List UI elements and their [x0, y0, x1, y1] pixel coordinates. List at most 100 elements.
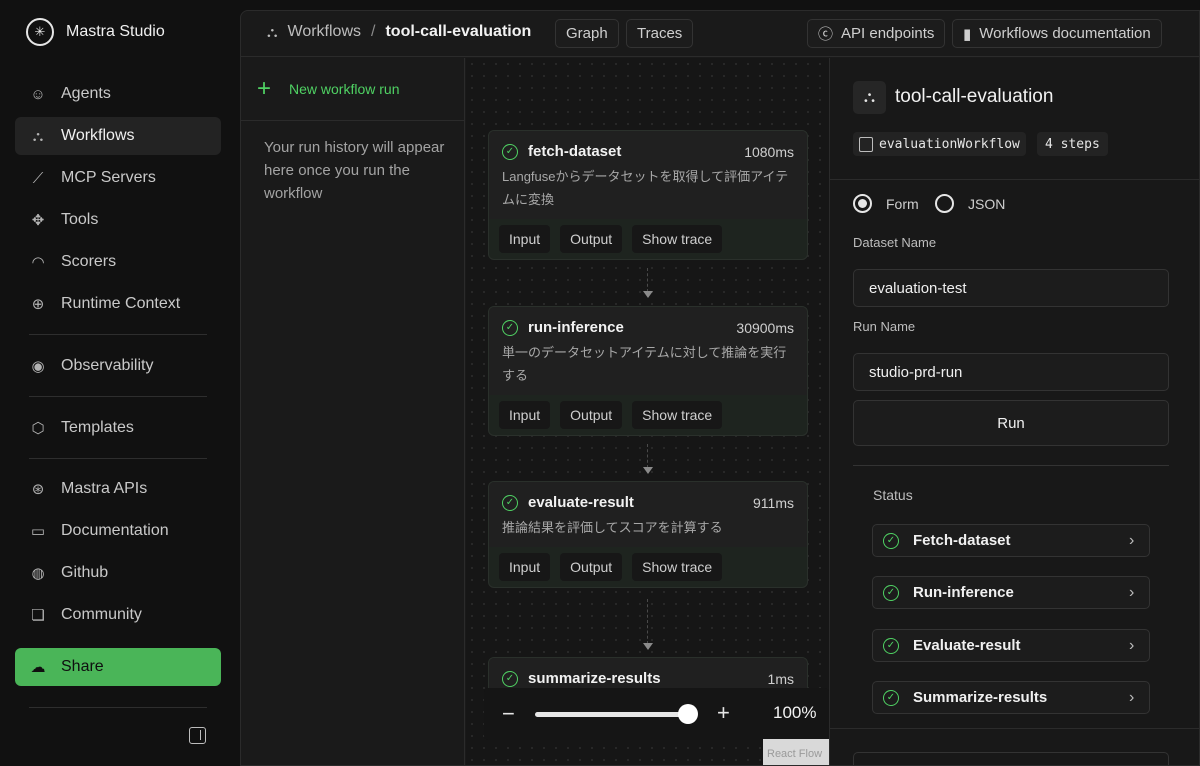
chevron-right-icon: ›	[1129, 636, 1135, 654]
breadcrumb-separator: /	[371, 23, 376, 40]
tools-icon: ✥	[31, 212, 45, 229]
node-title: evaluate-result	[528, 494, 634, 511]
status-step-name: Run-inference	[913, 584, 1014, 601]
api-icon: ⓒ	[818, 26, 834, 43]
zoom-out-button[interactable]: −	[502, 701, 515, 727]
main-panel: ⛬ Workflows / tool-call-evaluation Graph…	[240, 10, 1200, 766]
breadcrumb-workflows[interactable]: Workflows	[288, 23, 362, 41]
mode-json-radio[interactable]: JSON	[935, 194, 1005, 213]
node-duration: 30900ms	[736, 319, 794, 336]
node-duration: 1ms	[767, 670, 794, 687]
node-output-button[interactable]: Output	[560, 553, 623, 581]
sidebar-divider	[29, 458, 207, 459]
sidebar-item-community[interactable]: ❏ Community	[15, 596, 221, 634]
edge-arrow-icon	[643, 291, 653, 298]
node-header: ✓ fetch-dataset 1080ms Langfuseからデータセットを取得し…	[489, 131, 807, 219]
sidebar-item-mcp-servers[interactable]: ⟋ MCP Servers	[15, 159, 221, 197]
sidebar-toggle-icon[interactable]	[189, 727, 206, 744]
sidebar-item-templates[interactable]: ⬡ Templates	[15, 409, 221, 447]
node-show-trace-button[interactable]: Show trace	[632, 401, 723, 429]
zoom-level: 100%	[773, 703, 817, 722]
node-title: run-inference	[528, 319, 624, 336]
sidebar-item-mastra-apis[interactable]: ⊛ Mastra APIs	[15, 470, 221, 508]
node-title: fetch-dataset	[528, 143, 622, 160]
status-step-item[interactable]: ✓ Summarize-results ›	[872, 681, 1150, 714]
sidebar-item-workflows[interactable]: ⛬ Workflows	[15, 117, 221, 155]
new-workflow-run-button[interactable]: + New workflow run	[241, 58, 465, 121]
workflow-edge	[647, 599, 648, 644]
success-check-icon: ✓	[502, 670, 518, 687]
mcp-icon: ⟋	[32, 169, 44, 187]
node-duration: 1080ms	[744, 143, 794, 160]
sidebar-item-github[interactable]: ◍ Github	[15, 554, 221, 592]
run-button[interactable]: Run	[853, 400, 1169, 446]
sidebar-item-scorers[interactable]: ◠ Scorers	[15, 243, 221, 281]
sidebar-item-label: Runtime Context	[61, 295, 181, 312]
sidebar-item-runtime-context[interactable]: ⊕ Runtime Context	[15, 285, 221, 323]
workflow-step-node[interactable]: ✓ fetch-dataset 1080ms Langfuseからデータセットを取得し…	[488, 130, 808, 260]
status-step-item[interactable]: ✓ Evaluate-result ›	[872, 629, 1150, 662]
node-output-button[interactable]: Output	[560, 401, 623, 429]
agent-icon: ☺	[30, 85, 46, 103]
status-step-name: Fetch-dataset	[913, 532, 1011, 549]
node-header: ✓ evaluate-result 911ms 推論結果を評価してスコアを計算する	[489, 482, 807, 547]
workflow-id: evaluationWorkflow	[879, 136, 1020, 152]
status-step-item[interactable]: ✓ Run-inference ›	[872, 576, 1150, 609]
node-input-button[interactable]: Input	[499, 553, 551, 581]
zoom-in-button[interactable]: +	[717, 700, 730, 726]
radio-unselected-icon	[935, 194, 954, 213]
node-duration: 911ms	[753, 494, 794, 511]
node-show-trace-button[interactable]: Show trace	[632, 225, 723, 253]
node-description: 推論結果を評価してスコアを計算する	[502, 520, 723, 535]
node-show-trace-button[interactable]: Show trace	[632, 553, 723, 581]
api-endpoints-button[interactable]: ⓒ API endpoints	[807, 19, 946, 48]
gauge-icon: ◠	[31, 254, 45, 271]
sidebar-item-tools[interactable]: ✥ Tools	[15, 201, 221, 239]
success-check-icon: ✓	[883, 584, 899, 601]
sidebar-item-agents[interactable]: ☺ Agents	[15, 75, 221, 113]
workflows-docs-button[interactable]: ▮ Workflows documentation	[952, 19, 1162, 48]
workflow-icon: ⛬	[267, 23, 278, 41]
chevron-right-icon: ›	[1129, 583, 1135, 601]
workflow-edge	[647, 444, 648, 468]
book-icon: ▮	[963, 25, 972, 43]
zoom-slider-thumb[interactable]	[677, 704, 698, 724]
workflow-step-node[interactable]: ✓ run-inference 30900ms 単一のデータセットアイテムに対して推論…	[488, 306, 808, 436]
mode-form-radio[interactable]: Form	[853, 194, 919, 213]
tab-graph[interactable]: Graph	[555, 19, 619, 48]
api-endpoints-label: API endpoints	[841, 25, 935, 42]
react-flow-attribution[interactable]: React Flow	[763, 739, 829, 765]
sidebar-item-documentation[interactable]: ▭ Documentation	[15, 512, 221, 550]
run-history: + New workflow run Your run history will…	[241, 58, 465, 765]
panel-next-section	[853, 752, 1169, 765]
panel-bottom-divider	[830, 728, 1199, 729]
chevron-right-icon: ›	[1129, 531, 1135, 549]
node-description: Langfuseからデータセットを取得して評価アイテムに変換	[502, 169, 789, 207]
success-check-icon: ✓	[502, 143, 518, 160]
brand[interactable]: ✳ Mastra Studio	[26, 18, 165, 46]
zoom-slider-track[interactable]	[535, 712, 690, 717]
node-output-button[interactable]: Output	[560, 225, 623, 253]
sidebar-item-label: Mastra APIs	[61, 480, 148, 497]
node-input-button[interactable]: Input	[499, 225, 551, 253]
workflow-id-chip[interactable]: evaluationWorkflow	[853, 132, 1026, 156]
workflow-icon: ⛬	[853, 81, 886, 114]
tab-traces[interactable]: Traces	[626, 19, 694, 48]
status-step-item[interactable]: ✓ Fetch-dataset ›	[872, 524, 1150, 557]
sidebar-item-observability[interactable]: ◉ Observability	[15, 347, 221, 385]
dataset-name-input[interactable]	[853, 269, 1169, 307]
mode-form-label: Form	[886, 195, 919, 212]
workflow-icon: ⛬	[32, 127, 44, 145]
sidebar-item-label: Community	[61, 606, 142, 623]
copy-icon	[859, 136, 873, 152]
run-name-input[interactable]	[853, 353, 1169, 391]
status-step-name: Summarize-results	[913, 689, 1048, 706]
cloud-upload-icon: ☁	[30, 659, 46, 676]
github-icon: ◍	[31, 565, 45, 582]
workflow-graph-canvas[interactable]: ✓ fetch-dataset 1080ms Langfuseからデータセットを取得し…	[466, 58, 829, 765]
workflow-step-node[interactable]: ✓ evaluate-result 911ms 推論結果を評価してスコアを計算する In…	[488, 481, 808, 588]
edge-arrow-icon	[643, 643, 653, 650]
node-input-button[interactable]: Input	[499, 401, 551, 429]
eye-icon: ◉	[31, 358, 45, 375]
share-button[interactable]: ☁ Share	[15, 648, 221, 686]
